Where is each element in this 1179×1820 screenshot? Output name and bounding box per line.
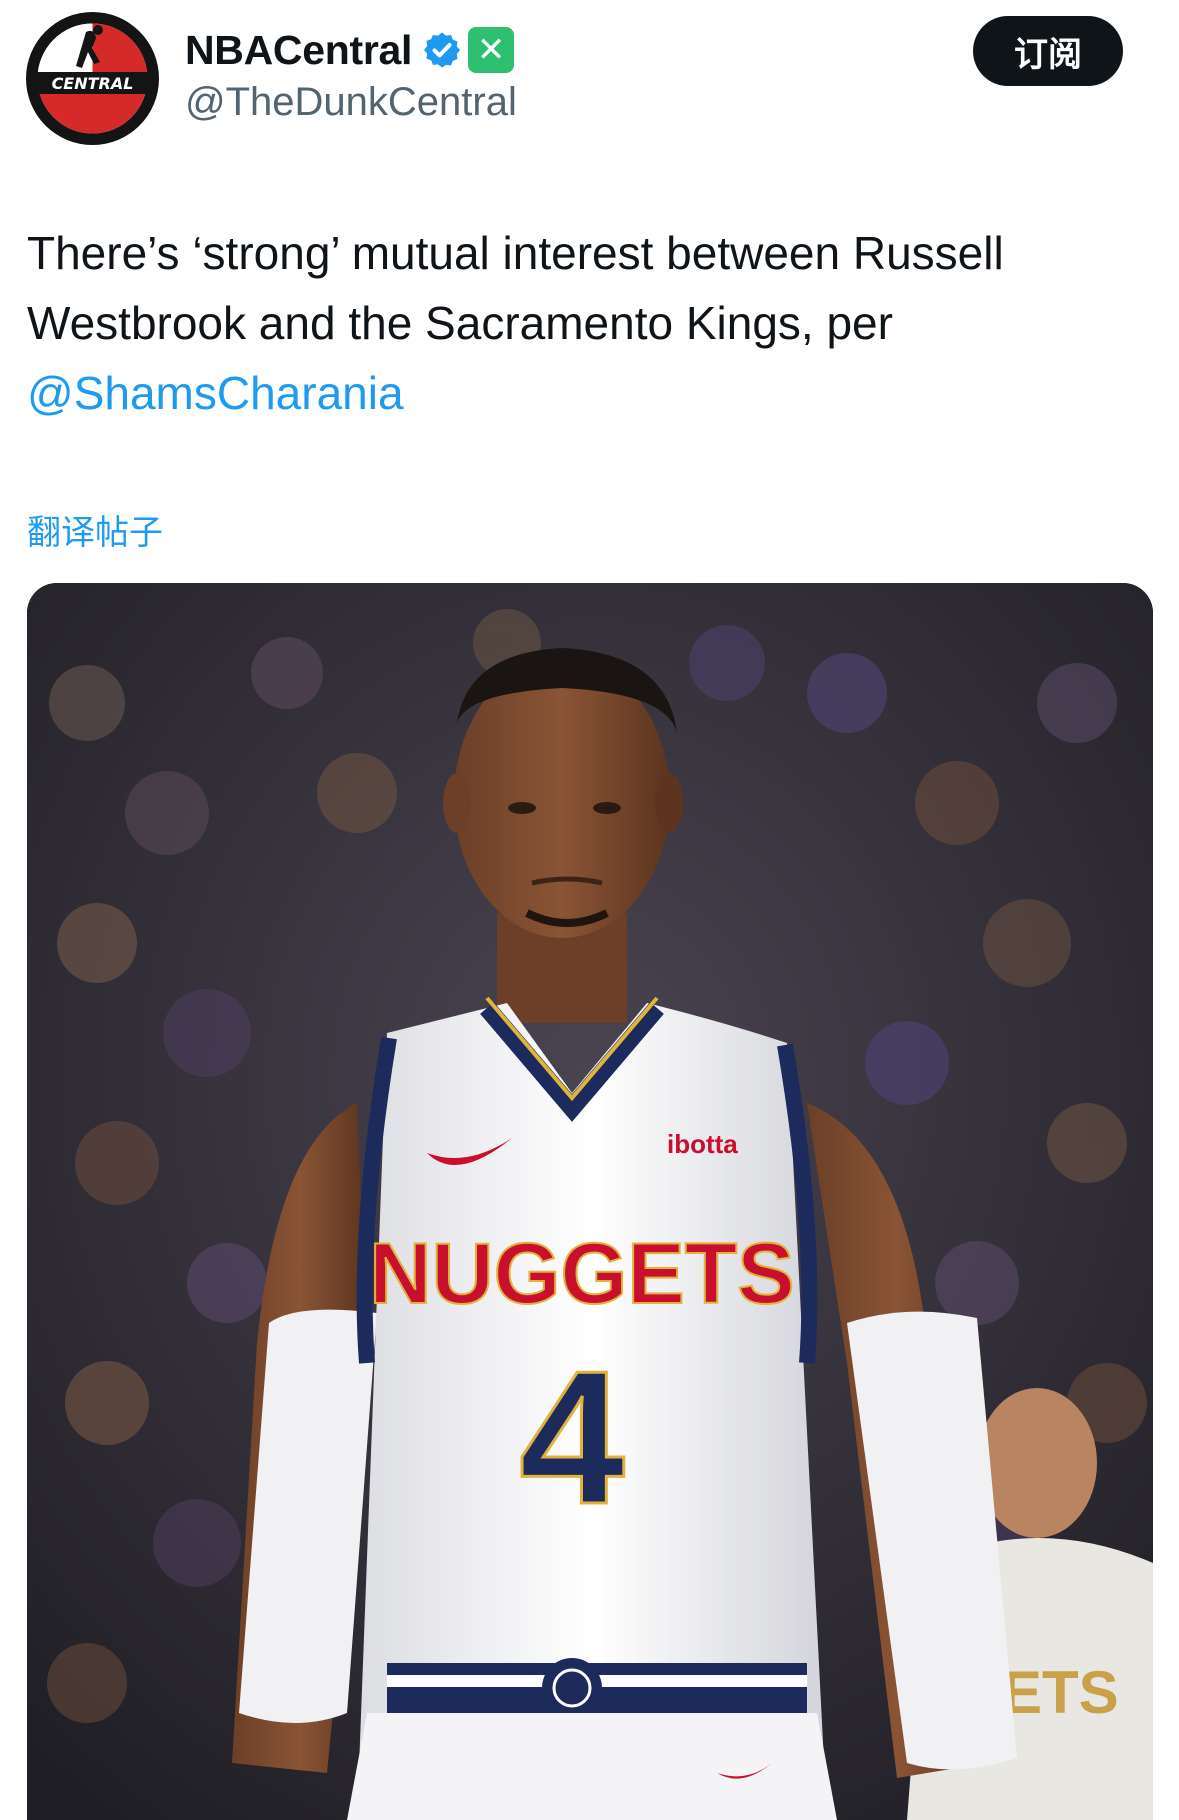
avatar-text: CENTRAL <box>52 74 134 93</box>
author-name-row[interactable]: NBACentral ✕ <box>185 22 515 78</box>
background-jersey-text: ETS <box>1002 1659 1119 1726</box>
nbacentral-logo-icon: CENTRAL <box>26 12 159 145</box>
tweet-text: There’s ‘strong’ mutual interest between… <box>27 218 1157 428</box>
jersey-number: 4 <box>519 1332 625 1544</box>
tweet-card: CENTRAL NBACentral ✕ @TheDunkCentral 订阅 … <box>0 0 1179 1820</box>
display-name[interactable]: NBACentral <box>185 27 412 74</box>
jersey-sponsor: ibotta <box>667 1129 738 1159</box>
avatar[interactable]: CENTRAL <box>26 12 159 145</box>
tweet-photo[interactable]: ETS ibotta NUGGETS 4 <box>27 583 1153 1820</box>
photo-illustration: ETS ibotta NUGGETS 4 <box>27 583 1153 1820</box>
verified-badge-icon <box>424 32 461 68</box>
tweet-text-body: There’s ‘strong’ mutual interest between… <box>27 227 1004 349</box>
translate-post-link[interactable]: 翻译帖子 <box>27 505 163 554</box>
subscribe-button[interactable]: 订阅 <box>973 16 1123 86</box>
jersey-team-text: NUGGETS <box>369 1226 794 1322</box>
mention-link[interactable]: @ShamsCharania <box>27 367 404 419</box>
author-handle[interactable]: @TheDunkCentral <box>185 80 517 125</box>
x-affiliate-badge-icon: ✕ <box>468 27 515 73</box>
nuggets-logo-icon <box>542 1658 602 1718</box>
